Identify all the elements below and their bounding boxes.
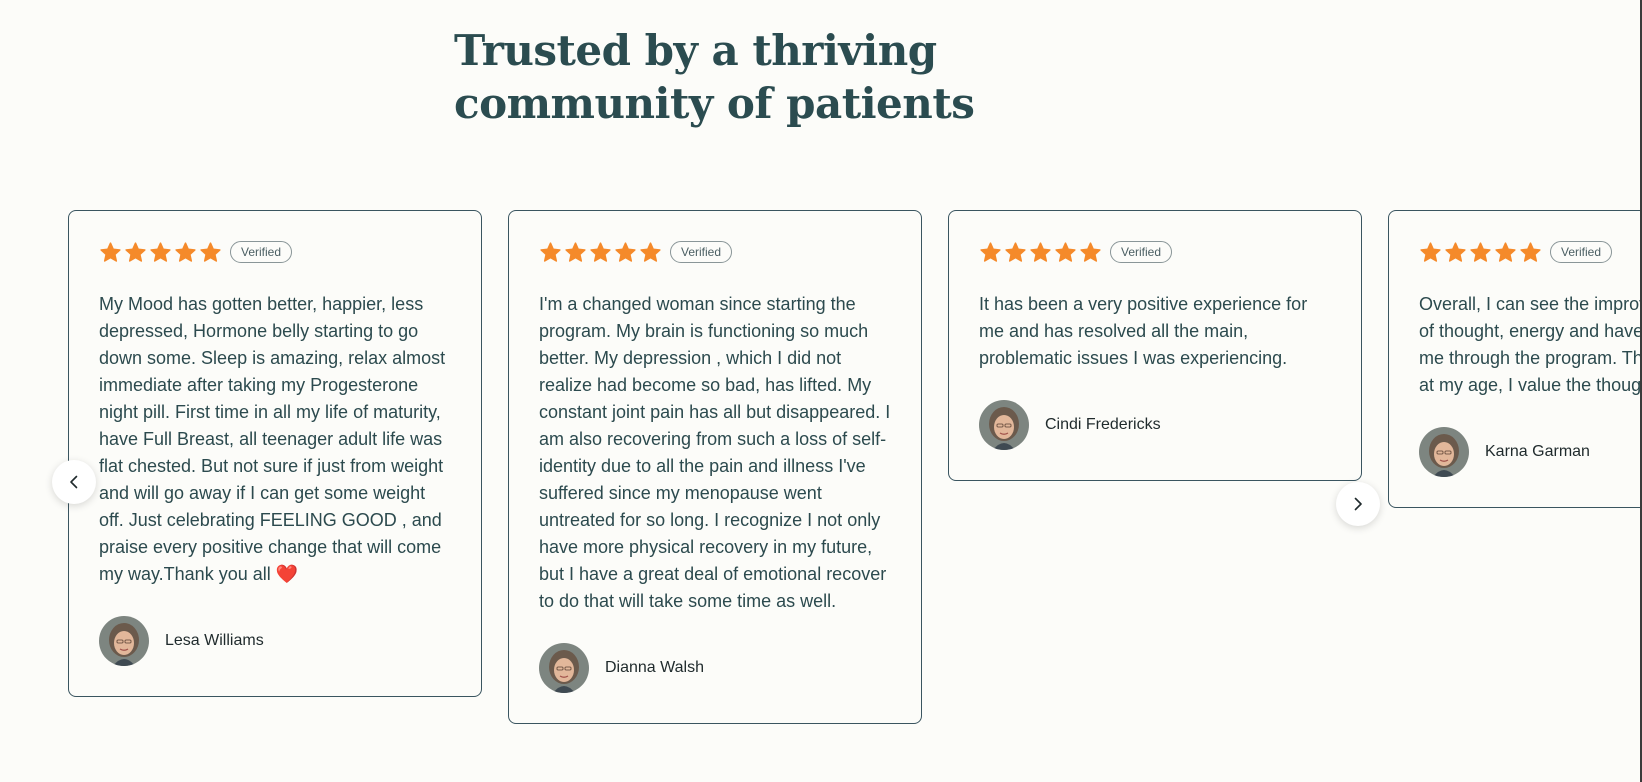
- star-icon: [590, 241, 611, 262]
- reviews-carousel: Verified My Mood has gotten better, happ…: [0, 0, 1642, 782]
- star-icon: [1055, 241, 1076, 262]
- star-icon: [1520, 241, 1541, 262]
- verified-badge: Verified: [230, 241, 293, 263]
- verified-badge: Verified: [1110, 241, 1173, 263]
- star-icon: [1470, 241, 1491, 262]
- carousel-next-button[interactable]: [1336, 482, 1380, 526]
- star-rating: [99, 241, 222, 264]
- avatar: [539, 643, 589, 693]
- rating-row: Verified: [99, 241, 451, 263]
- review-author: Karna Garman: [1419, 427, 1642, 477]
- rating-row: Verified: [979, 241, 1331, 263]
- review-text: My Mood has gotten better, happier, less…: [99, 291, 451, 588]
- review-author: Dianna Walsh: [539, 643, 891, 693]
- star-icon: [1030, 241, 1051, 262]
- carousel-prev-button[interactable]: [52, 460, 96, 504]
- star-rating: [979, 241, 1102, 264]
- star-icon: [1080, 241, 1101, 262]
- star-icon: [200, 241, 221, 262]
- star-icon: [1005, 241, 1026, 262]
- star-icon: [1445, 241, 1466, 262]
- author-name: Cindi Fredericks: [1045, 416, 1161, 433]
- chevron-right-icon: [1354, 497, 1362, 511]
- verified-badge: Verified: [670, 241, 733, 263]
- star-icon: [150, 241, 171, 262]
- avatar: [1419, 427, 1469, 477]
- star-icon: [125, 241, 146, 262]
- review-card: Verified I'm a changed woman since start…: [508, 210, 922, 724]
- chevron-left-icon: [70, 475, 78, 489]
- star-rating: [1419, 241, 1542, 264]
- star-icon: [1495, 241, 1516, 262]
- review-text: Overall, I can see the improvement in cl…: [1419, 294, 1642, 395]
- star-icon: [565, 241, 586, 262]
- author-name: Lesa Williams: [165, 632, 264, 649]
- rating-row: Verified: [539, 241, 891, 263]
- user-photo-icon: [1419, 427, 1469, 477]
- heart-emoji: ❤️: [275, 564, 299, 584]
- review-card: Verified Overall, I can see the improvem…: [1388, 210, 1642, 508]
- author-name: Dianna Walsh: [605, 659, 705, 676]
- review-author: Cindi Fredericks: [979, 400, 1331, 450]
- user-photo-icon: [979, 400, 1029, 450]
- review-text: It has been a very positive experience f…: [979, 294, 1308, 368]
- user-photo-icon: [99, 616, 149, 666]
- star-rating: [539, 241, 662, 264]
- star-icon: [100, 241, 121, 262]
- review-body: My Mood has gotten better, happier, less…: [99, 294, 446, 584]
- avatar: [979, 400, 1029, 450]
- star-icon: [615, 241, 636, 262]
- star-icon: [1420, 241, 1441, 262]
- star-icon: [980, 241, 1001, 262]
- verified-badge: Verified: [1550, 241, 1613, 263]
- avatar: [99, 616, 149, 666]
- review-text: I'm a changed woman since starting the p…: [539, 294, 891, 611]
- star-icon: [175, 241, 196, 262]
- review-card: Verified It has been a very positive exp…: [948, 210, 1362, 481]
- author-name: Karna Garman: [1485, 443, 1590, 460]
- review-card: Verified My Mood has gotten better, happ…: [68, 210, 482, 697]
- user-photo-icon: [539, 643, 589, 693]
- star-icon: [640, 241, 661, 262]
- review-author: Lesa Williams: [99, 616, 451, 666]
- star-icon: [540, 241, 561, 262]
- rating-row: Verified: [1419, 241, 1642, 263]
